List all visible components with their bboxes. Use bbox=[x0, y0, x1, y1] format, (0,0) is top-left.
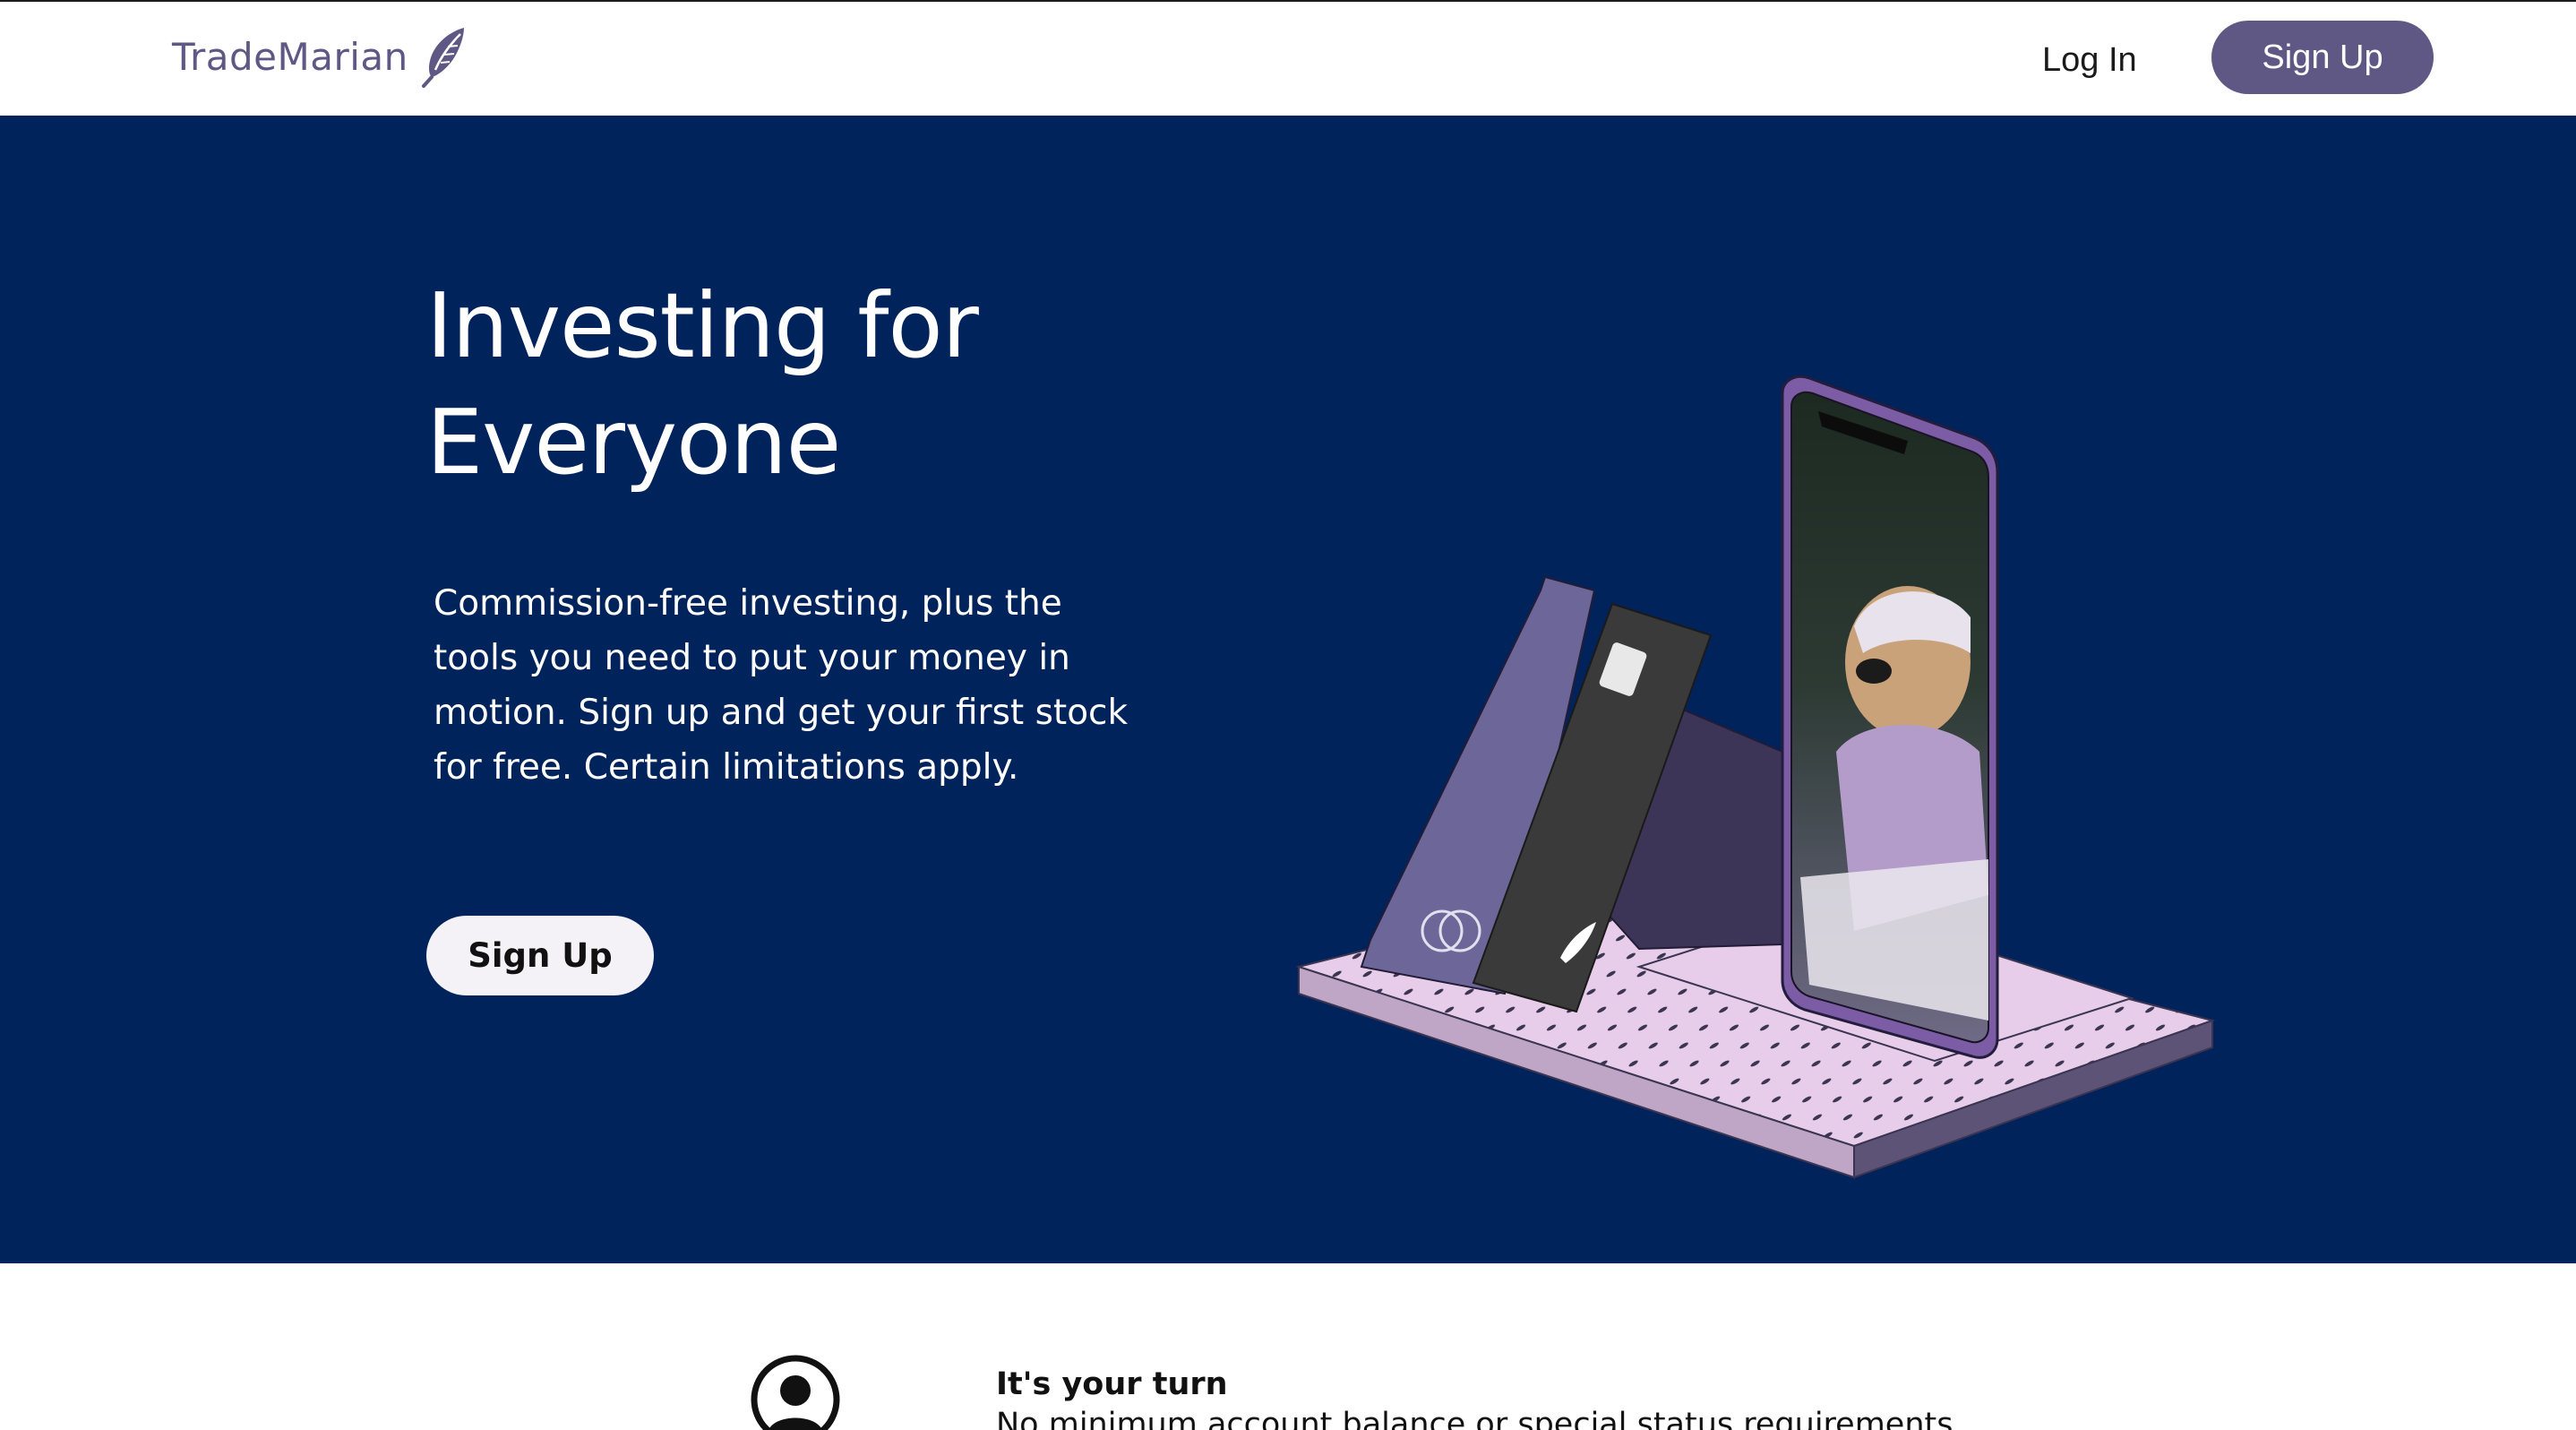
feature-title: It's your turn bbox=[996, 1366, 1228, 1402]
header-signup-button[interactable]: Sign Up bbox=[2211, 21, 2434, 94]
hero-signup-button[interactable]: Sign Up bbox=[426, 916, 654, 995]
login-link[interactable]: Log In bbox=[2042, 29, 2137, 91]
brand-name: TradeMarian bbox=[172, 34, 408, 79]
phone-card-illustration bbox=[1295, 375, 2216, 1179]
features-section: It's your turn No minimum account balanc… bbox=[0, 1263, 2576, 1430]
user-circle-icon bbox=[751, 1355, 840, 1430]
hero-description: Commission-free investing, plus the tool… bbox=[434, 583, 1129, 788]
hero-title-line1: Investing for bbox=[426, 273, 979, 378]
brand-logo[interactable]: TradeMarian bbox=[172, 25, 469, 88]
hero-section: Investing for Everyone Commission-free i… bbox=[0, 116, 2576, 1263]
site-header: TradeMarian Log In Sign Up bbox=[0, 2, 2576, 116]
feature-description: No minimum account balance or special st… bbox=[996, 1407, 1963, 1430]
feather-icon bbox=[421, 28, 464, 88]
hero-title-line2: Everyone bbox=[426, 390, 841, 495]
hero-title: Investing for Everyone bbox=[426, 268, 1107, 501]
